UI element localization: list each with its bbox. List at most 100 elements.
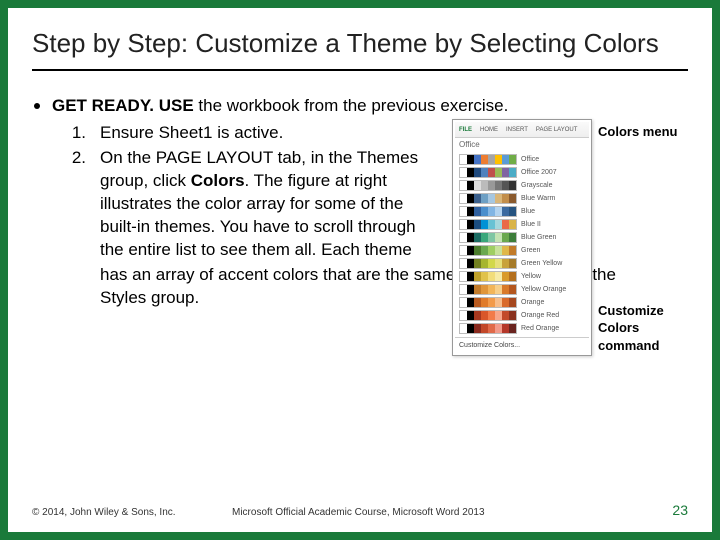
swatch	[474, 298, 481, 307]
theme-name: Yellow Orange	[521, 285, 566, 294]
swatch	[467, 233, 474, 242]
swatch	[495, 272, 502, 281]
theme-row: Blue	[455, 205, 589, 218]
swatch	[488, 272, 495, 281]
swatch	[509, 324, 516, 333]
swatch	[467, 324, 474, 333]
swatch	[467, 285, 474, 294]
swatch	[467, 155, 474, 164]
intro-bold: GET READY. USE	[52, 96, 194, 115]
figure-colors-menu: FILE HOME INSERT PAGE LAYOUT Office Offi…	[452, 119, 688, 356]
swatch	[502, 207, 509, 216]
swatch	[481, 285, 488, 294]
swatch	[481, 246, 488, 255]
swatch-strip	[459, 206, 517, 217]
swatch-strip	[459, 258, 517, 269]
swatch	[481, 155, 488, 164]
swatch	[509, 155, 516, 164]
footer-course: Microsoft Official Academic Course, Micr…	[232, 507, 672, 518]
swatch	[460, 246, 467, 255]
swatch	[460, 285, 467, 294]
theme-name: Green Yellow	[521, 259, 562, 268]
swatch	[488, 324, 495, 333]
step-1-number: 1.	[66, 122, 86, 145]
label-customize-command: Customize Colors command	[598, 302, 688, 355]
swatch	[509, 233, 516, 242]
swatch-strip	[459, 323, 517, 334]
theme-name: Orange Red	[521, 311, 559, 320]
swatch	[474, 207, 481, 216]
theme-name: Blue Green	[521, 233, 556, 242]
swatch	[460, 181, 467, 190]
intro-rest: the workbook from the previous exercise.	[194, 96, 509, 115]
swatch	[474, 181, 481, 190]
step-1-text: Ensure Sheet1 is active.	[100, 122, 283, 145]
swatch-strip	[459, 154, 517, 165]
ribbon-file: FILE	[459, 126, 472, 134]
intro-text: GET READY. USE the workbook from the pre…	[52, 95, 508, 118]
ribbon-layout: PAGE LAYOUT	[536, 126, 577, 134]
swatch	[474, 168, 481, 177]
swatch	[467, 259, 474, 268]
swatch	[481, 298, 488, 307]
swatch-strip	[459, 180, 517, 191]
theme-row: Office 2007	[455, 166, 589, 179]
swatch-strip	[459, 219, 517, 230]
swatch-strip	[459, 284, 517, 295]
swatch	[509, 194, 516, 203]
swatch	[481, 233, 488, 242]
swatch	[474, 259, 481, 268]
swatch	[460, 259, 467, 268]
swatch	[474, 324, 481, 333]
swatch	[495, 259, 502, 268]
swatch	[460, 207, 467, 216]
swatch	[509, 285, 516, 294]
swatch	[481, 272, 488, 281]
theme-row: Office	[455, 153, 589, 166]
swatch	[509, 181, 516, 190]
swatch	[460, 194, 467, 203]
ribbon-insert: INSERT	[506, 126, 528, 134]
theme-name: Office 2007	[521, 168, 557, 177]
swatch	[495, 155, 502, 164]
swatch	[488, 181, 495, 190]
swatch	[467, 246, 474, 255]
swatch	[460, 155, 467, 164]
theme-name: Red Orange	[521, 324, 559, 333]
swatch	[502, 155, 509, 164]
swatch-strip	[459, 271, 517, 282]
swatch	[460, 233, 467, 242]
swatch	[467, 311, 474, 320]
swatch	[495, 181, 502, 190]
swatch	[467, 220, 474, 229]
swatch	[460, 311, 467, 320]
swatch	[488, 155, 495, 164]
swatch	[502, 285, 509, 294]
swatch	[495, 324, 502, 333]
colors-dropdown: FILE HOME INSERT PAGE LAYOUT Office Offi…	[452, 119, 592, 356]
swatch	[460, 324, 467, 333]
swatch	[474, 311, 481, 320]
swatch	[502, 324, 509, 333]
swatch	[488, 298, 495, 307]
theme-name: Office	[521, 155, 539, 164]
swatch-strip	[459, 193, 517, 204]
swatch	[474, 155, 481, 164]
swatch	[481, 324, 488, 333]
swatch	[502, 246, 509, 255]
swatch	[488, 285, 495, 294]
theme-name: Blue II	[521, 220, 541, 229]
theme-row: Blue Warm	[455, 192, 589, 205]
swatch	[495, 220, 502, 229]
swatch	[502, 168, 509, 177]
swatch	[502, 233, 509, 242]
swatch	[488, 259, 495, 268]
slide-title: Step by Step: Customize a Theme by Selec…	[32, 28, 688, 71]
swatch	[509, 272, 516, 281]
swatch	[474, 246, 481, 255]
theme-row: Yellow	[455, 270, 589, 283]
swatch	[495, 311, 502, 320]
swatch	[467, 298, 474, 307]
step-2-bold: Colors	[191, 171, 245, 190]
ribbon-tabs: FILE HOME INSERT PAGE LAYOUT	[455, 122, 589, 138]
